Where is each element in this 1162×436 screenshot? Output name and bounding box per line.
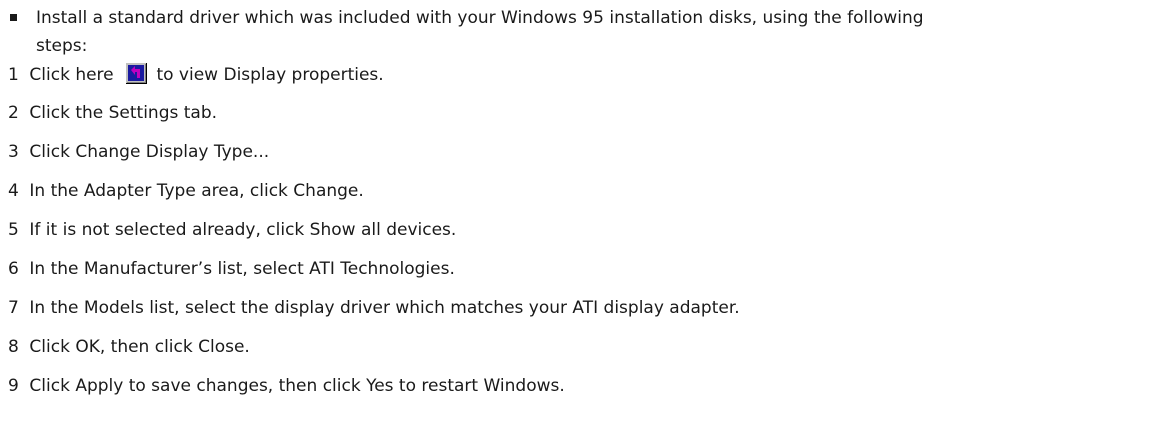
step-text: Click OK, then click Close. <box>29 337 250 357</box>
step-number: 8 <box>8 337 19 357</box>
step-text: In the Adapter Type area, click Change. <box>29 181 364 201</box>
step-text: Click Change Display Type... <box>29 142 270 162</box>
step-6: 6 In the Manufacturer’s list, select ATI… <box>8 257 455 281</box>
step-3: 3 Click Change Display Type... <box>8 140 269 164</box>
step-7: 7 In the Models list, select the display… <box>8 296 740 320</box>
step-text: In the Models list, select the display d… <box>29 298 740 318</box>
step-number: 5 <box>8 220 19 240</box>
intro-text: Install a standard driver which was incl… <box>36 4 1156 60</box>
step-text: Click the Settings tab. <box>29 103 218 123</box>
step-number: 1 <box>8 65 19 85</box>
step-1: 1 Click here to view Display properties. <box>8 62 384 86</box>
step-9: 9 Click Apply to save changes, then clic… <box>8 374 565 398</box>
step-number: 6 <box>8 259 19 279</box>
step-text: If it is not selected already, click Sho… <box>29 220 457 240</box>
intro-line: Install a standard driver which was incl… <box>36 8 924 28</box>
step-text-before: Click here <box>29 65 114 85</box>
intro-continuation: steps: <box>36 36 88 56</box>
step-8: 8 Click OK, then click Close. <box>8 335 250 359</box>
step-2: 2 Click the Settings tab. <box>8 101 217 125</box>
step-number: 9 <box>8 376 19 396</box>
step-text: Click Apply to save changes, then click … <box>29 376 565 396</box>
step-text-after: to view Display properties. <box>156 65 384 85</box>
shortcut-arrow-icon[interactable] <box>125 62 148 84</box>
bullet-icon <box>10 14 17 21</box>
step-number: 3 <box>8 142 19 162</box>
step-4: 4 In the Adapter Type area, click Change… <box>8 179 364 203</box>
step-text: In the Manufacturer’s list, select ATI T… <box>29 259 455 279</box>
step-number: 2 <box>8 103 19 123</box>
step-number: 4 <box>8 181 19 201</box>
step-number: 7 <box>8 298 19 318</box>
step-5: 5 If it is not selected already, click S… <box>8 218 456 242</box>
